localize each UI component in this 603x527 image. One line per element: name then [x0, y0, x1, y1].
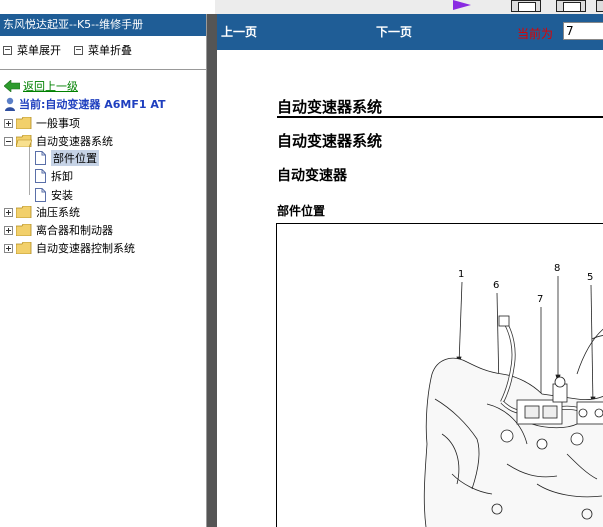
split-view-button[interactable]: [556, 0, 586, 12]
user-icon: [5, 97, 15, 111]
expand-all-icon: [3, 45, 12, 55]
back-link[interactable]: 返回上一级: [4, 78, 78, 94]
page-subtitle: 自动变速器: [277, 168, 347, 184]
document-icon: [35, 169, 46, 183]
menu-collapse-label: 菜单折叠: [88, 44, 132, 57]
tree-connector: [29, 147, 30, 195]
tree-item-label: 自动变速器控制系统: [36, 242, 135, 255]
expand-plus-icon[interactable]: [4, 225, 13, 235]
tree-item-label: 安装: [51, 189, 73, 202]
collapse-all-icon: [74, 45, 83, 55]
transmission-illustration: [423, 276, 603, 527]
menu-controls: 菜单展开 菜单折叠: [0, 42, 142, 58]
tree-item-clutch-brake[interactable]: 离合器和制动器: [4, 221, 113, 239]
folder-icon: [16, 206, 32, 218]
window-icon: [518, 2, 536, 12]
component-diagram: 1 6 7 8 5: [276, 223, 603, 527]
open-folder-icon: [16, 135, 32, 147]
tree-item-general[interactable]: 一般事项: [4, 114, 80, 132]
back-arrow-icon: [4, 80, 20, 92]
frame-splitter[interactable]: [207, 14, 217, 527]
page-nav-bar: 上一页 下一页 当前为: [217, 14, 603, 50]
window-button[interactable]: [596, 0, 603, 12]
document-icon: [35, 151, 46, 165]
page-title: 自动变速器系统: [277, 132, 383, 150]
section-heading: 自动变速器系统: [277, 98, 383, 116]
play-arrow-icon[interactable]: [453, 0, 471, 10]
menu-expand-label: 菜单展开: [17, 44, 61, 57]
heading-rule: [277, 116, 603, 118]
sidebar: 东风悦达起亚--K5--维修手册 菜单展开 菜单折叠 返回上一级 当前:自动变速…: [0, 0, 215, 527]
current-location-label: 当前:自动变速器 A6MF1 AT: [19, 98, 166, 111]
page-number-input[interactable]: [563, 22, 603, 40]
tree-item-label: 自动变速器系统: [36, 135, 113, 148]
folder-icon: [16, 224, 32, 236]
expand-plus-icon[interactable]: [4, 118, 13, 128]
sidebar-title: 东风悦达起亚--K5--维修手册: [0, 14, 215, 36]
prev-page-link[interactable]: 上一页: [221, 23, 257, 40]
current-location: 当前:自动变速器 A6MF1 AT: [4, 96, 166, 112]
tree-item-component-location[interactable]: 部件位置: [35, 149, 99, 167]
tree-item-at-system[interactable]: 自动变速器系统: [4, 132, 113, 150]
tree-item-installation[interactable]: 安装: [35, 186, 73, 204]
back-link-label[interactable]: 返回上一级: [23, 78, 78, 94]
window-icon: [563, 2, 581, 12]
folder-icon: [16, 117, 32, 129]
subsection-heading: 部件位置: [277, 204, 326, 218]
tree-item-removal[interactable]: 拆卸: [35, 167, 73, 185]
tree-item-label: 离合器和制动器: [36, 224, 113, 237]
current-page-label: 当前为: [517, 27, 554, 41]
document-icon: [35, 188, 46, 202]
expand-plus-icon[interactable]: [4, 207, 13, 217]
next-page-link[interactable]: 下一页: [376, 23, 412, 40]
collapse-minus-icon[interactable]: [4, 136, 13, 146]
folder-icon: [16, 242, 32, 254]
tree-item-label: 油压系统: [36, 206, 80, 219]
sidebar-divider: [0, 69, 215, 70]
tree-item-label: 拆卸: [51, 170, 73, 183]
menu-expand-button[interactable]: 菜单展开: [3, 42, 61, 58]
layout-toggle-button[interactable]: [511, 0, 541, 12]
tree-item-at-control[interactable]: 自动变速器控制系统: [4, 239, 135, 257]
document-view: 自动变速器系统 自动变速器系统 自动变速器 部件位置 1 6 7 8 5: [217, 50, 603, 527]
tree-item-label: 部件位置: [51, 150, 99, 166]
tree-item-hydraulic[interactable]: 油压系统: [4, 203, 80, 221]
tree-item-label: 一般事项: [36, 117, 80, 130]
expand-plus-icon[interactable]: [4, 243, 13, 253]
menu-collapse-button[interactable]: 菜单折叠: [74, 42, 132, 58]
